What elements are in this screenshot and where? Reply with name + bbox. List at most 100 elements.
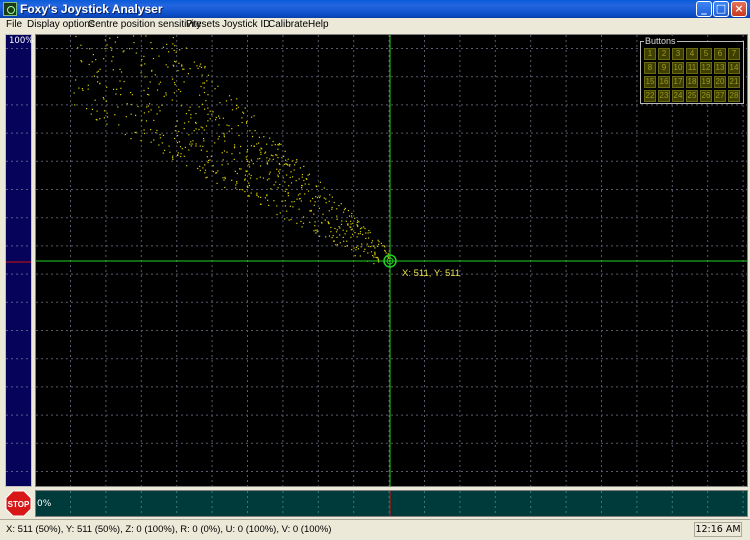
trace-point <box>205 100 207 102</box>
menu-calibrate[interactable]: Calibrate <box>268 19 308 30</box>
app-icon[interactable] <box>3 2 17 16</box>
trace-point <box>277 148 279 150</box>
menu-display-options[interactable]: Display options <box>27 19 95 30</box>
trace-point <box>368 245 370 247</box>
trace-point <box>189 68 191 70</box>
trace-point <box>202 103 204 105</box>
trace-point <box>308 183 310 185</box>
trace-point <box>278 143 280 145</box>
trace-point <box>265 151 267 153</box>
trace-point <box>308 173 310 175</box>
menu-joystick-id[interactable]: Joystick ID <box>222 19 270 30</box>
trace-point <box>276 168 278 170</box>
trace-point <box>257 196 259 198</box>
trace-point <box>158 144 160 146</box>
trace-point <box>75 79 77 81</box>
trace-point <box>268 160 270 162</box>
trace-point <box>223 136 225 138</box>
trace-point <box>228 125 230 127</box>
trace-point <box>235 108 238 110</box>
trace-point <box>99 83 101 85</box>
trace-point <box>222 159 224 161</box>
menu-help[interactable]: Help <box>308 19 329 30</box>
trace-point <box>174 60 176 62</box>
trace-point <box>247 160 249 162</box>
trace-point <box>357 233 359 235</box>
trace-point <box>82 89 84 91</box>
trace-point <box>95 118 97 121</box>
trace-point <box>278 170 280 172</box>
menu-presets[interactable]: Presets <box>186 19 220 30</box>
trace-point <box>158 55 160 57</box>
trace-point <box>374 251 376 253</box>
trace-point <box>106 86 108 88</box>
trace-point <box>240 145 242 148</box>
trace-point <box>161 104 163 106</box>
trace-point <box>178 141 180 143</box>
trace-point <box>331 208 333 210</box>
trace-point <box>165 94 167 96</box>
stop-button[interactable]: STOP <box>5 490 32 517</box>
trace-point <box>256 192 258 194</box>
trace-point <box>332 235 334 237</box>
close-button[interactable]: × <box>731 1 747 17</box>
trace-point <box>293 201 295 203</box>
trace-point <box>172 64 174 66</box>
trace-point <box>154 74 156 76</box>
trace-point <box>179 146 182 148</box>
trace-point <box>179 49 181 51</box>
trace-point <box>267 199 269 201</box>
trace-point <box>374 252 376 255</box>
maximize-button[interactable]: □ <box>713 1 729 17</box>
trace-point <box>251 135 254 138</box>
trace-point <box>336 215 338 217</box>
trace-point <box>268 178 270 180</box>
trace-point <box>217 170 219 172</box>
trace-point <box>175 125 177 127</box>
trace-point <box>295 180 297 182</box>
trace-point <box>175 61 177 63</box>
trace-point <box>234 170 236 172</box>
trace-point <box>307 174 309 176</box>
trace-point <box>353 247 355 249</box>
trace-point <box>245 170 248 173</box>
menu-bar: File Display options Centre position sen… <box>0 18 750 34</box>
menu-file[interactable]: File <box>6 19 22 30</box>
joystick-button-indicator: 17 <box>672 76 684 88</box>
trace-point <box>299 167 302 169</box>
trace-point <box>315 196 317 198</box>
trace-point <box>146 93 149 95</box>
trace-point <box>354 217 356 219</box>
trace-point <box>331 237 333 239</box>
trace-point <box>215 119 217 121</box>
trace-point <box>143 129 145 131</box>
trace-point <box>214 142 216 144</box>
trace-point <box>111 49 113 51</box>
status-clock: 12:16 AM <box>694 522 742 537</box>
trace-point <box>241 117 243 119</box>
trace-point <box>233 158 235 160</box>
trace-point <box>256 194 258 196</box>
trace-point <box>277 176 279 178</box>
menu-centre-position-sensitivity[interactable]: Centre position sensitivity <box>88 19 201 30</box>
trace-point <box>93 75 95 77</box>
joystick-button-indicator: 12 <box>700 62 712 74</box>
trace-point <box>284 205 287 207</box>
trace-point <box>188 149 190 151</box>
trace-point <box>183 68 185 70</box>
trace-point <box>264 197 266 199</box>
trace-point <box>130 92 132 94</box>
trace-point <box>277 144 279 146</box>
trace-point <box>214 88 216 90</box>
trace-point <box>180 155 182 158</box>
trace-point <box>199 63 202 65</box>
trace-point <box>150 42 152 44</box>
axis-readout: X: 511 (50%), Y: 511 (50%), Z: 0 (100%),… <box>6 524 332 535</box>
trace-point <box>207 113 209 115</box>
trace-point <box>130 113 132 115</box>
trace-point <box>184 146 186 148</box>
minimize-button[interactable]: _ <box>696 1 712 17</box>
trace-point <box>235 187 237 189</box>
trace-point <box>212 170 214 173</box>
trace-point <box>270 154 272 156</box>
